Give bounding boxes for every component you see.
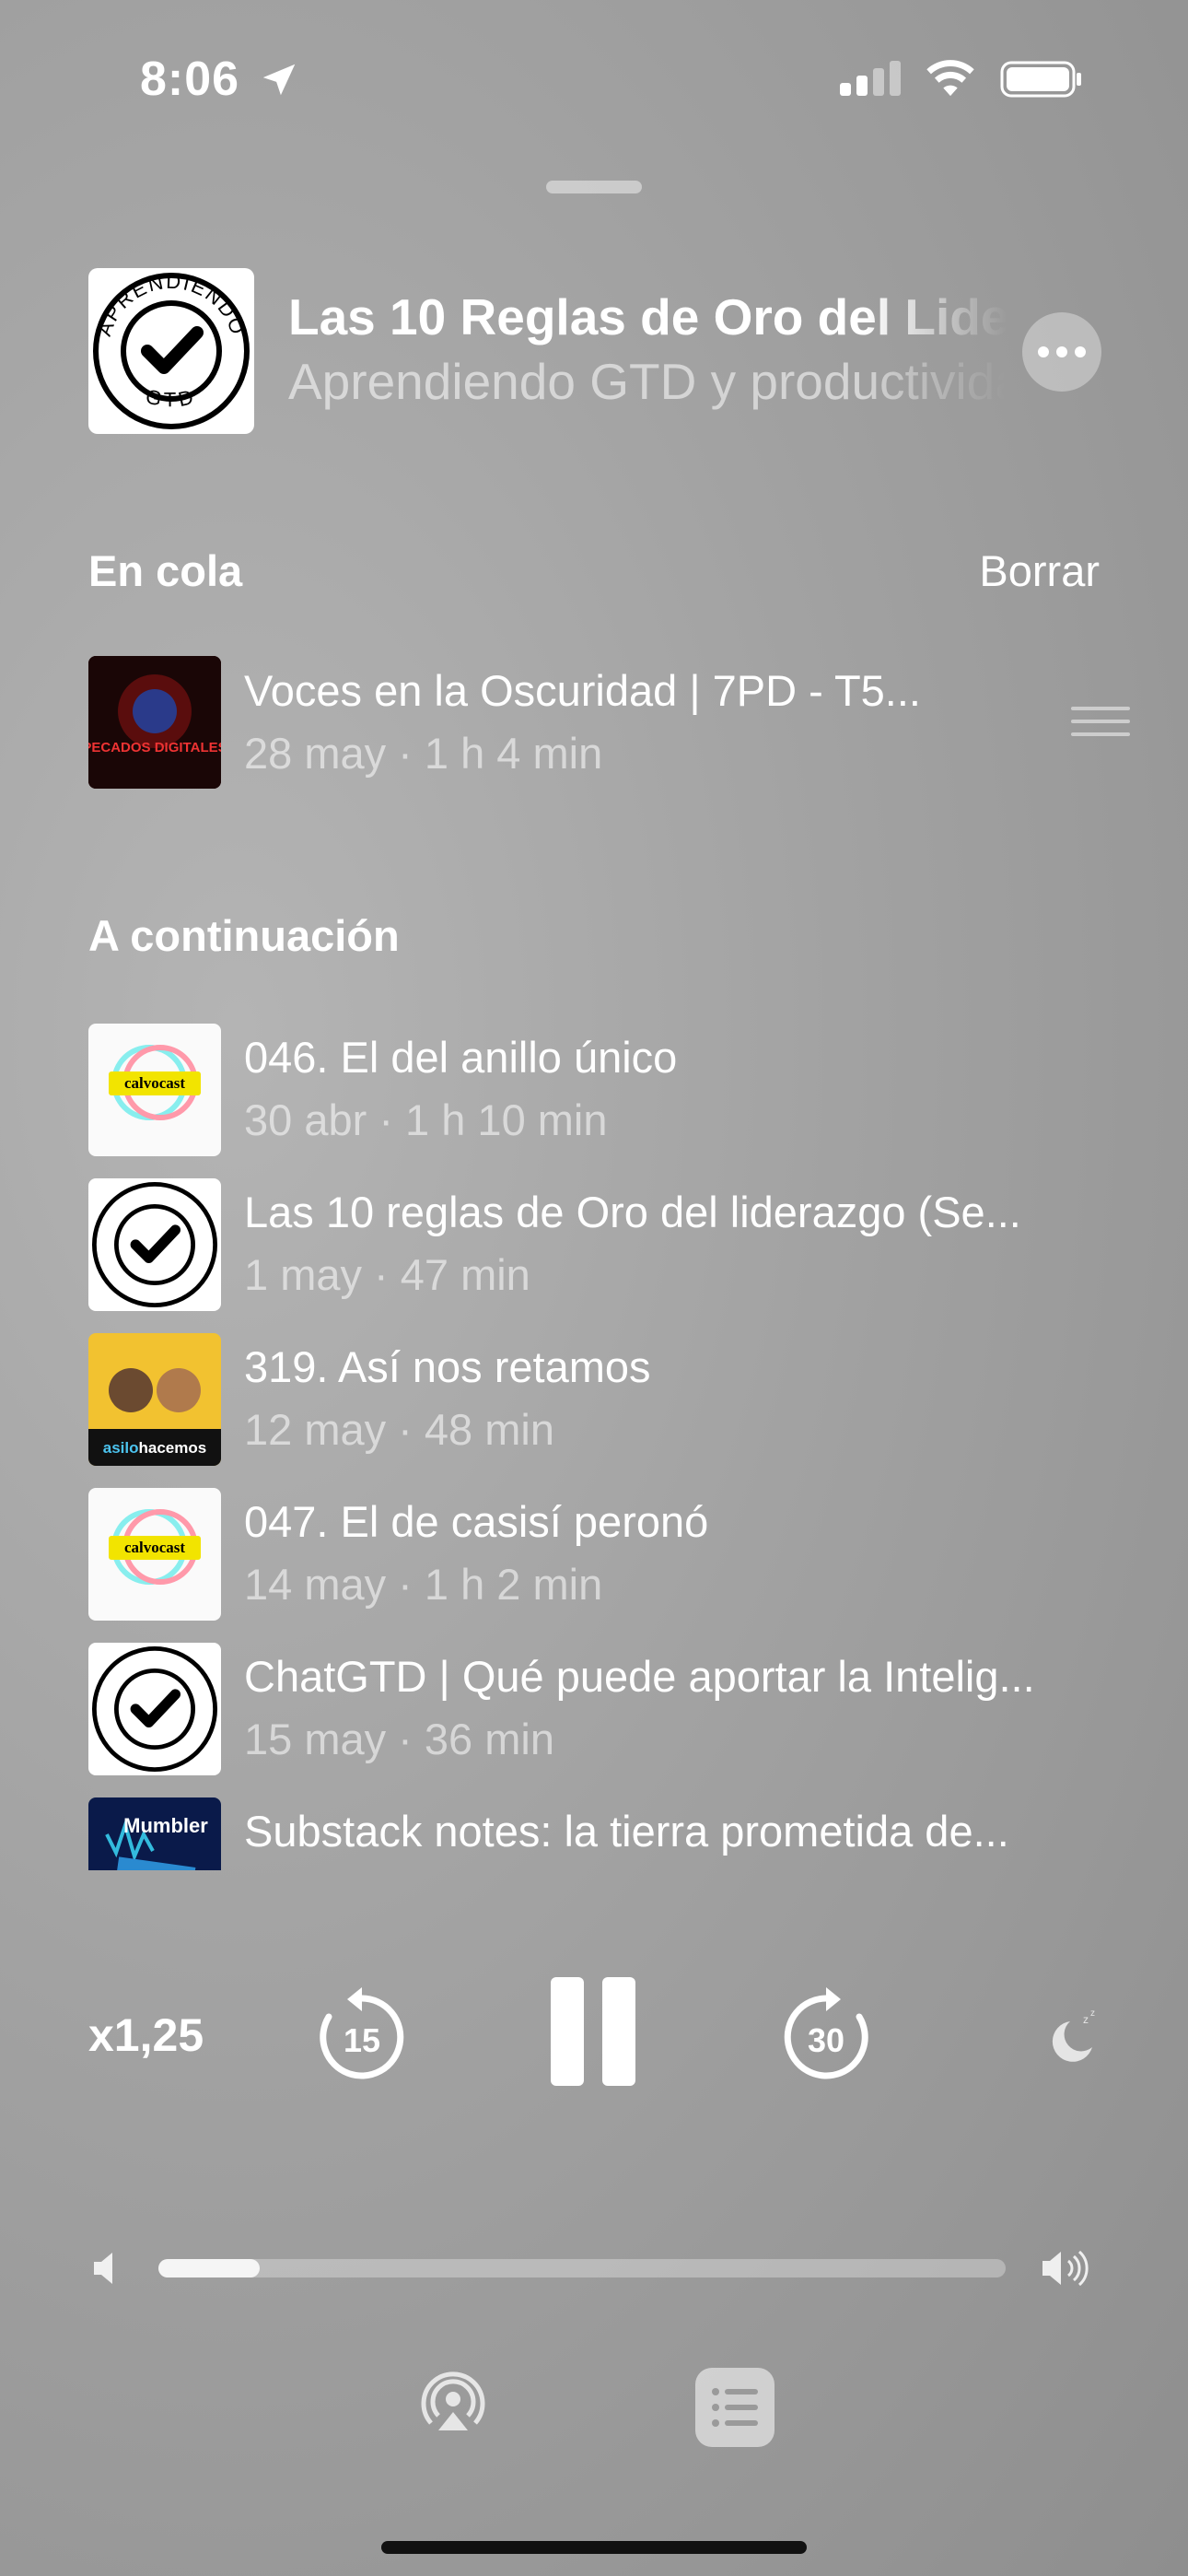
skip-forward-icon[interactable]: 30 [775,1985,877,2087]
list-item-title: Las 10 reglas de Oro del liderazgo (Se..… [244,1188,1021,1236]
svg-text:asilohacemos: asilohacemos [103,1439,206,1457]
queue-row[interactable]: PECADOS DIGITALES [88,656,221,789]
list-item-meta: 30 abr · 1 h 10 min [244,1095,608,1144]
episode-artwork: asilohacemos [88,1333,221,1466]
list-item-meta: 14 may · 1 h 2 min [244,1560,603,1609]
episode-artwork: calvocast [88,1024,221,1156]
list-item[interactable] [88,1643,221,1775]
up-next-heading: A continuación [88,911,400,960]
list-item-meta: 15 may · 36 min [244,1715,554,1763]
now-playing-title: Las 10 Reglas de Oro del Liderazgo [288,288,1007,345]
clear-queue-button[interactable]: Borrar [979,545,1100,596]
volume-fill [158,2259,261,2277]
svg-text:GTD: GTD [144,384,199,411]
list-item[interactable]: calvocast [88,1024,221,1156]
signal-icon [840,61,901,96]
svg-text:z: z [1083,2013,1089,2026]
queue-item-title: Voces en la Oscuridad | 7PD - T5... [244,666,921,715]
status-time: 8:06 [140,53,240,106]
up-next-list[interactable]: calvocast 046. El del anillo único 30 ab… [0,1013,1188,1870]
artwork-pecados-label: PECADOS DIGITALES [88,740,221,755]
location-arrow-icon [262,64,296,96]
list-item-title: ChatGTD | Qué puede aportar la Intelig..… [244,1652,1035,1701]
list-item-meta: 1 may · 47 min [244,1250,530,1299]
now-playing-artwork: APRENDIENDO GTD [88,268,254,434]
episode-artwork: calvocast [88,1488,221,1621]
artwork-calvocast-label: calvocast [124,1074,185,1092]
list-item-title: Substack notes: la tierra prometida de..… [244,1807,1009,1856]
artwork-calvocast-label: calvocast [124,1539,185,1556]
list-item[interactable]: asilohacemos [88,1333,221,1466]
wifi-icon [926,60,974,97]
volume-high-icon [1042,2250,1089,2287]
svg-text:z: z [1090,2008,1095,2019]
artwork-asilo-label: asilo [103,1439,139,1457]
list-item-title: 319. Así nos retamos [244,1342,651,1391]
queue-item-meta: 28 may · 1 h 4 min [244,729,603,778]
reorder-icon[interactable] [1071,707,1130,745]
now-playing-podcast[interactable]: Aprendiendo GTD y productividad [288,352,1007,411]
list-item-meta: 12 may · 48 min [244,1405,554,1454]
list-item[interactable] [88,1178,221,1311]
battery-icon [1000,61,1081,98]
playback-speed-button[interactable]: x1,25 [88,2008,204,2062]
episode-artwork: PECADOS DIGITALES [88,656,221,789]
artwork-mumbler-label: Mumbler [123,1814,208,1837]
list-item-title: 046. El del anillo único [244,1033,678,1082]
episode-artwork: Mumbler [88,1797,221,1870]
skip-back-seconds: 15 [344,2021,380,2059]
list-item-title: 047. El de casisí peronó [244,1497,709,1546]
pause-icon[interactable] [551,1977,635,2086]
volume-slider[interactable] [158,2259,1006,2277]
sleep-timer-icon[interactable]: z z [1042,2005,1101,2064]
skip-forward-seconds: 30 [808,2021,844,2059]
more-icon[interactable] [1022,312,1101,392]
artwork-hacemos-label: hacemos [139,1439,207,1457]
airplay-icon[interactable] [420,2370,486,2436]
artwork-label-bottom: GTD [144,384,195,411]
skip-back-icon[interactable]: 15 [311,1985,413,2087]
sheet-grabber[interactable] [546,181,642,193]
episode-artwork [88,1178,221,1311]
list-item[interactable]: calvocast [88,1488,221,1621]
home-indicator[interactable] [381,2541,807,2554]
volume-low-icon [94,2253,112,2284]
queue-heading: En cola [88,546,243,595]
list-item[interactable]: Mumbler [88,1797,221,1870]
queue-list-icon[interactable] [695,2368,775,2447]
episode-artwork [88,1643,221,1775]
